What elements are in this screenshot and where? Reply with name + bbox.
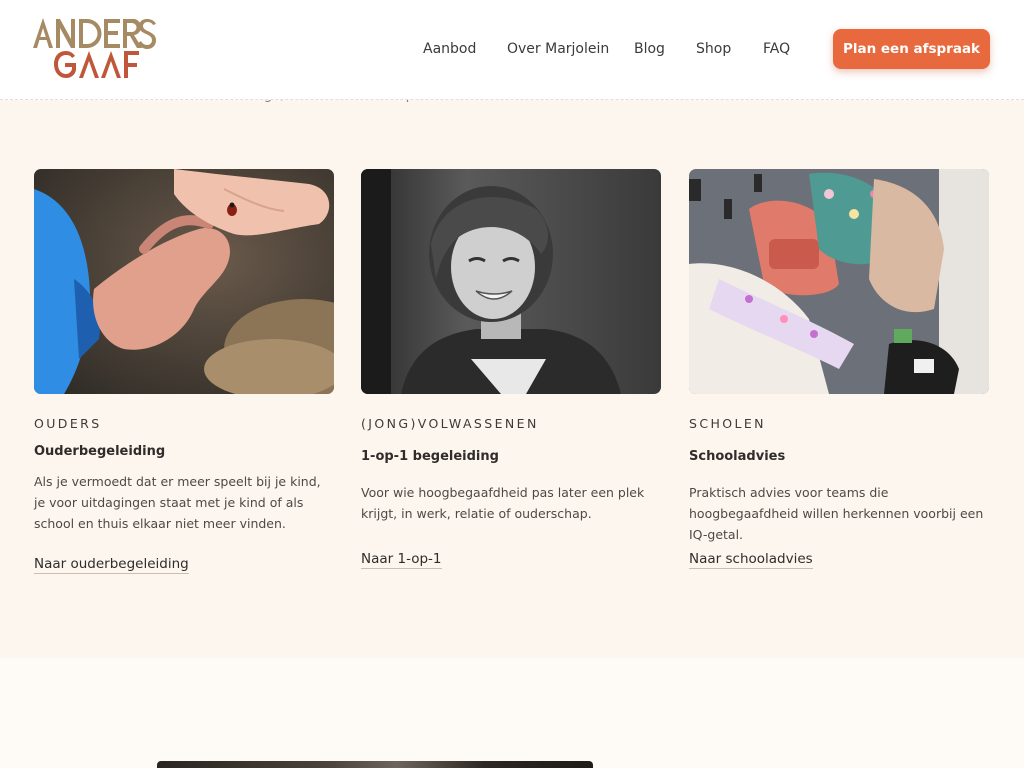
portrait-photo — [361, 169, 661, 394]
card-ouders: OUDERS Ouderbegeleiding Als je vermoedt … — [34, 169, 334, 574]
plan-appointment-button[interactable]: Plan een afspraak — [833, 29, 990, 69]
site-header: Aanbod Over Marjolein Blog Shop FAQ Plan… — [0, 0, 1024, 100]
card-eyebrow: SCHOLEN — [689, 416, 766, 431]
lower-section — [0, 658, 1024, 768]
card-title: Schooladvies — [689, 449, 786, 464]
card-description: Voor wie hoogbegaafdheid pas later een p… — [361, 485, 645, 521]
ouderbegeleiding-link[interactable]: Naar ouderbegeleiding — [34, 556, 189, 574]
card-title: Ouderbegeleiding — [34, 444, 166, 459]
school-backpacks-photo — [689, 169, 989, 394]
card-description: Als je vermoedt dat er meer speelt bij j… — [34, 474, 321, 531]
card-eyebrow: OUDERS — [34, 416, 102, 431]
card-jongvolwassenen: (JONG)VOLWASSENEN 1-op-1 begeleiding Voo… — [361, 169, 661, 569]
card-description: Praktisch advies voor teams die hoogbega… — [689, 485, 984, 542]
nav-aanbod[interactable]: Aanbod — [423, 39, 476, 59]
nav-shop[interactable]: Shop — [696, 39, 731, 59]
one-on-one-link[interactable]: Naar 1-op-1 — [361, 551, 442, 569]
card-eyebrow: (JONG)VOLWASSENEN — [361, 416, 539, 431]
card-scholen: SCHOLEN Schooladvies Praktisch advies vo… — [689, 169, 989, 569]
hands-ladybug-photo — [34, 169, 334, 394]
schooladvies-link[interactable]: Naar schooladvies — [689, 551, 813, 569]
nav-faq[interactable]: FAQ — [763, 39, 790, 59]
nav-blog[interactable]: Blog — [634, 39, 665, 59]
card-title: 1-op-1 begeleiding — [361, 449, 499, 464]
nav-over-marjolein[interactable]: Over Marjolein — [507, 39, 609, 59]
next-section-image-top — [157, 761, 593, 768]
